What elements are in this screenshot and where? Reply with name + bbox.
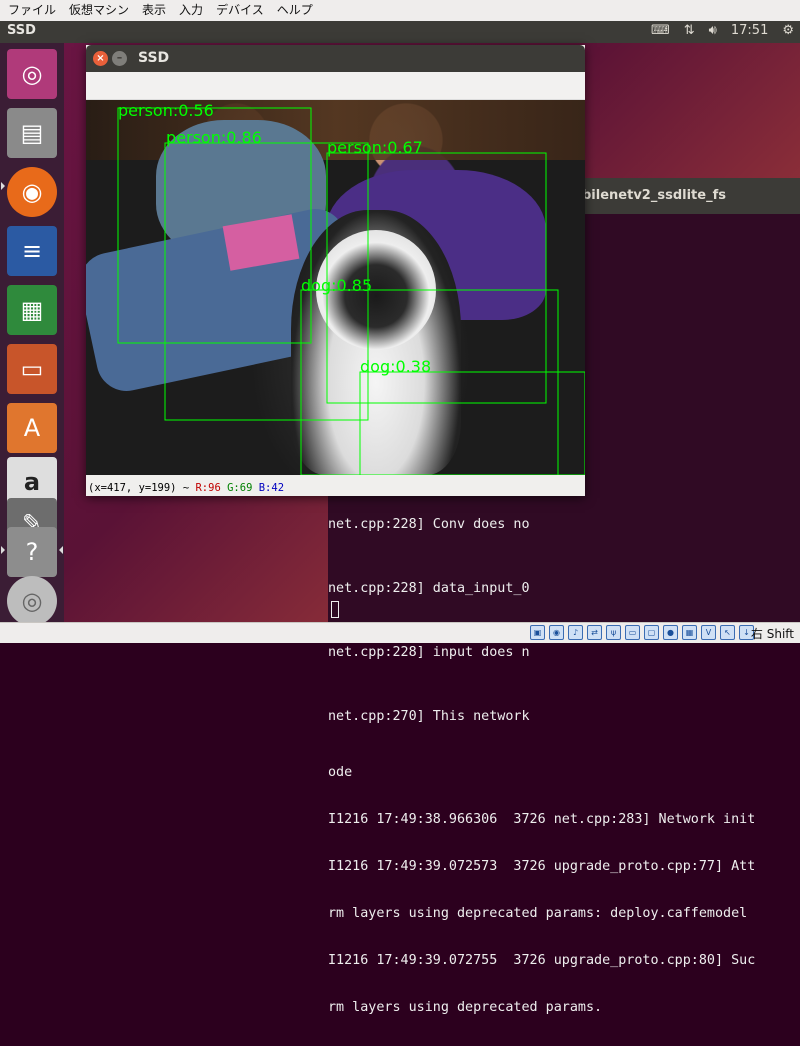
volume-icon[interactable]: 🔊︎ bbox=[709, 23, 717, 38]
menu-file[interactable]: ファイル bbox=[0, 0, 61, 20]
dog-box bbox=[359, 371, 585, 475]
menu-machine[interactable]: 仮想マシン bbox=[61, 0, 134, 20]
terminal-line: net.cpp:270] This network bbox=[328, 709, 530, 724]
terminal-line: ode bbox=[328, 765, 353, 780]
menu-devices[interactable]: デバイス bbox=[208, 0, 269, 20]
pixel-info-status: (x=417, y=199) ~ R:96 G:69 B:42 bbox=[86, 480, 587, 496]
hard-disk-icon[interactable]: ▣ bbox=[530, 625, 545, 640]
settings-gear-icon[interactable]: ⚙ bbox=[782, 23, 794, 38]
virtualization-icon[interactable]: V bbox=[701, 625, 716, 640]
display-icon[interactable]: ▢ bbox=[644, 625, 659, 640]
ssd-window-title: SSD bbox=[138, 50, 170, 66]
close-icon[interactable]: × bbox=[93, 51, 108, 66]
dvd-icon[interactable]: ◎ bbox=[7, 576, 57, 626]
launcher: ◎ ▤ ◉ ≡ ▦ ▭ A a ✎ ? ◎ bbox=[0, 43, 64, 626]
libreoffice-writer-icon[interactable]: ≡ bbox=[7, 226, 57, 276]
help-icon[interactable]: ? bbox=[7, 527, 57, 577]
red-value: R:96 bbox=[195, 482, 221, 494]
clock[interactable]: 17:51 bbox=[731, 23, 768, 38]
blue-value: B:42 bbox=[258, 482, 285, 494]
terminal-line: rm layers using deprecated params: deplo… bbox=[328, 906, 748, 921]
usb-icon[interactable]: ψ bbox=[606, 625, 621, 640]
mouse-integration-icon[interactable]: ↖ bbox=[720, 625, 735, 640]
green-value: G:69 bbox=[227, 482, 253, 494]
menu-input[interactable]: 入力 bbox=[171, 0, 208, 20]
file-cabinet-icon[interactable]: ▤ bbox=[7, 108, 57, 158]
minimize-icon[interactable]: – bbox=[112, 51, 127, 66]
dog-box bbox=[300, 289, 559, 475]
host-menu-bar: ファイル 仮想マシン 表示 入力 デバイス ヘルプ bbox=[0, 0, 800, 22]
terminal-line: net.cpp:228] data_input_0 bbox=[328, 581, 530, 596]
libreoffice-impress-icon[interactable]: ▭ bbox=[7, 344, 57, 394]
dog-box-label: dog:0.38 bbox=[360, 357, 431, 376]
terminal-line: I1216 17:49:39.072573 3726 upgrade_proto… bbox=[328, 859, 756, 874]
person-box-label: person:0.67 bbox=[327, 138, 423, 157]
ubuntu-dash-icon[interactable]: ◎ bbox=[7, 49, 57, 99]
detection-image[interactable]: person:0.56 person:0.86 person:0.67 dog:… bbox=[86, 100, 585, 475]
host-key-label: 右 Shift bbox=[750, 627, 794, 641]
menu-help[interactable]: ヘルプ bbox=[269, 0, 318, 20]
vbox-status-bar: ▣ ◉ ♪ ⇄ ψ ▭ ▢ ● ▦ V ↖ ↓ 右 Shift bbox=[0, 622, 800, 643]
detection-overlay: person:0.56 person:0.86 person:0.67 dog:… bbox=[117, 101, 585, 475]
terminal-line: I1216 17:49:38.966306 3726 net.cpp:283] … bbox=[328, 812, 756, 827]
top-panel: SSD ⌨ ⇅ 🔊︎ 17:51 ⚙ bbox=[0, 21, 800, 43]
video-capture-icon[interactable]: ● bbox=[663, 625, 678, 640]
menu-view[interactable]: 表示 bbox=[134, 0, 171, 20]
audio-icon[interactable]: ♪ bbox=[568, 625, 583, 640]
terminal-line: net.cpp:228] Conv does no bbox=[328, 517, 530, 532]
shared-folders-icon[interactable]: ▭ bbox=[625, 625, 640, 640]
active-app-title: SSD bbox=[7, 23, 36, 38]
network-updown-icon[interactable]: ⇅ bbox=[684, 23, 695, 38]
libreoffice-calc-icon[interactable]: ▦ bbox=[7, 285, 57, 335]
ssd-toolbar bbox=[86, 72, 585, 100]
software-center-icon[interactable]: A bbox=[7, 403, 57, 453]
person-box-label: person:0.86 bbox=[166, 128, 262, 147]
network-icon[interactable]: ⇄ bbox=[587, 625, 602, 640]
optical-drive-icon[interactable]: ◉ bbox=[549, 625, 564, 640]
terminal-title: bilenetv2_ssdlite_fs bbox=[582, 188, 726, 203]
firefox-icon[interactable]: ◉ bbox=[7, 167, 57, 217]
person-box-label: person:0.56 bbox=[118, 101, 214, 120]
cpu-icon[interactable]: ▦ bbox=[682, 625, 697, 640]
terminal-line: rm layers using deprecated params. bbox=[328, 1000, 603, 1015]
terminal-cursor bbox=[331, 601, 339, 618]
terminal-line: I1216 17:49:39.072755 3726 upgrade_proto… bbox=[328, 953, 756, 968]
dog-box-label: dog:0.85 bbox=[301, 276, 372, 295]
keyboard-icon[interactable]: ⌨ bbox=[651, 23, 670, 38]
cursor-coordinates: (x=417, y=199) ~ bbox=[88, 482, 190, 494]
ssd-window[interactable]: × – SSD person:0.56 person:0.86 person:0… bbox=[86, 45, 585, 496]
